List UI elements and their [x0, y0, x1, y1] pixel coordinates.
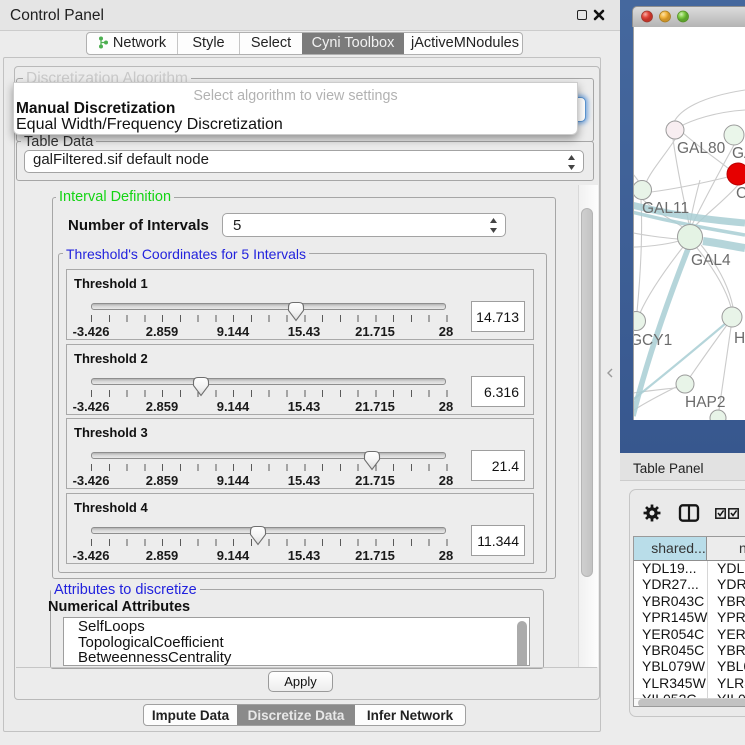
svg-text:GA: GA [732, 145, 745, 162]
svg-text:GAL11: GAL11 [642, 200, 689, 217]
svg-text:GAL4: GAL4 [691, 252, 731, 269]
svg-text:H: H [734, 330, 745, 347]
svg-text:GAL80: GAL80 [677, 140, 726, 157]
svg-text:GCY1: GCY1 [634, 332, 672, 349]
svg-text:C: C [736, 185, 745, 202]
svg-text:HAP2: HAP2 [685, 394, 726, 411]
